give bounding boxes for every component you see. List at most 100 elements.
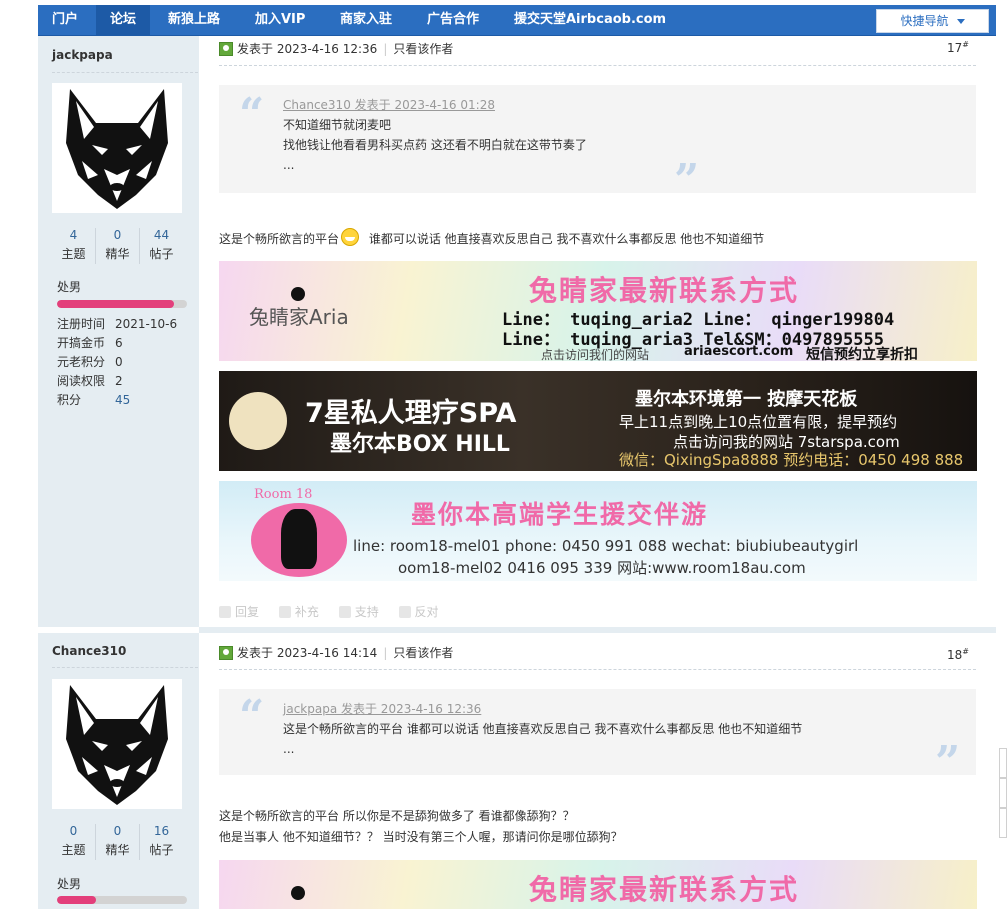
support-label: 支持 <box>354 605 379 619</box>
chevron-down-icon <box>956 19 965 24</box>
stat-posts[interactable]: 44 帖子 <box>140 228 183 262</box>
banner-subtitle: 墨尔本BOX HILL <box>330 432 510 457</box>
floor-number[interactable]: 17# <box>947 40 969 55</box>
banner-title: 兔睛家最新联系方式 <box>529 873 800 906</box>
divider <box>52 72 198 73</box>
scroll-widget[interactable] <box>999 808 1007 838</box>
quote-line: 这是个畅所欲言的平台 谁都可以说话 他直接喜欢反思自己 我不喜欢什么事都反思 他… <box>283 722 803 736</box>
stat-digest-count: 0 <box>113 228 122 242</box>
reply-button[interactable]: 回复 <box>219 605 259 619</box>
ad-banner-room18[interactable]: Room 18 墨你本高端学生援交伴游 line: room18-mel01 p… <box>219 481 977 581</box>
info-row-points: 积分 45 <box>57 391 177 410</box>
quote-block: “ ” Chance310 发表于 2023-4-16 01:28 不知道细节就… <box>219 85 976 203</box>
post-meta: 发表于 2023-4-16 14:14 | 只看该作者 <box>219 644 453 661</box>
stat-digest-label: 精华 <box>105 843 130 857</box>
reply-icon <box>219 606 231 618</box>
post-date: 发表于 2023-4-16 14:14 <box>237 646 378 660</box>
quote-line: 找他钱让他看看男科买点药 这还看不明白就在这带节奏了 <box>283 138 587 152</box>
thumbs-down-icon <box>398 606 411 618</box>
stat-digest-count: 0 <box>113 824 122 838</box>
quote-line: ... <box>283 158 295 172</box>
post-text: 这是个畅所欲言的平台 <box>219 232 340 246</box>
open-quote-icon: “ <box>239 89 265 140</box>
quick-nav-label: 快捷导航 <box>900 14 949 28</box>
post-date: 发表于 2023-4-16 12:36 <box>237 42 378 56</box>
banner-promo: 短信预约立享折扣 <box>806 347 918 361</box>
post-separator <box>199 627 996 633</box>
floor-value: 17 <box>947 41 963 55</box>
oppose-label: 反对 <box>414 605 439 619</box>
info-value: 2021-10-6 <box>115 317 178 331</box>
oppose-button[interactable]: 反对 <box>398 605 439 619</box>
level-progress-fill <box>57 300 174 308</box>
quote-text: jackpapa 发表于 2023-4-16 12:36 这是个畅所欲言的平台 … <box>283 699 802 759</box>
ad-banner-aria[interactable]: 兔睛家最新联系方式 兔睛家Aria Line： tuqing_aria2 Lin… <box>219 261 977 361</box>
supplement-label: 补充 <box>294 605 319 619</box>
quick-nav-button[interactable]: 快捷导航 <box>876 9 989 33</box>
quote-line: ... <box>283 742 295 756</box>
banner-line: oom18-mel02 0416 095 339 网站:www.room18au… <box>398 559 806 577</box>
stat-posts-label: 帖子 <box>149 247 174 261</box>
stat-threads-label: 主题 <box>61 247 86 261</box>
stat-digest[interactable]: 0 精华 <box>96 824 139 858</box>
info-row-coins: 开搞金币 6 <box>57 334 177 353</box>
floor-number[interactable]: 18# <box>947 647 969 662</box>
nav-item-portal[interactable]: 门户 <box>38 5 92 35</box>
avatar[interactable] <box>52 679 182 809</box>
nav-item-merchant[interactable]: 商家入驻 <box>326 5 406 35</box>
close-quote-icon: ” <box>674 155 700 206</box>
stat-posts[interactable]: 16 帖子 <box>140 824 183 858</box>
info-row-elder: 元老积分 0 <box>57 353 177 372</box>
stat-digest-label: 精华 <box>105 247 130 261</box>
only-author-link[interactable]: 只看该作者 <box>393 646 453 660</box>
stat-threads-count: 0 <box>69 824 78 838</box>
author-sidebar: Chance310 0 主题 0 精华 16 帖子 处男 <box>38 633 199 909</box>
user-level[interactable]: 处男 <box>57 278 81 295</box>
nav-item-vip[interactable]: 加入VIP <box>241 5 319 35</box>
stat-threads[interactable]: 4 主题 <box>52 228 95 262</box>
info-key: 开搞金币 <box>57 336 106 350</box>
ad-banner-spa[interactable]: 7星私人理疗SPA 墨尔本BOX HILL 墨尔本环境第一 按摩天花板 早上11… <box>219 371 977 471</box>
banner-title: 兔睛家最新联系方式 <box>529 274 800 307</box>
stat-threads[interactable]: 0 主题 <box>52 824 95 858</box>
author-name[interactable]: jackpapa <box>52 48 113 62</box>
level-progress-bar <box>57 896 187 904</box>
nav-item-site[interactable]: 援交天堂Airbcaob.com <box>500 5 680 35</box>
author-sidebar: jackpapa 4 主题 0 精华 44 帖子 处男 注册时间 2021-10-6 开… <box>38 36 199 627</box>
top-nav: 门户 论坛 新狼上路 加入VIP 商家入驻 广告合作 援交天堂Airbcaob.… <box>38 5 996 36</box>
banner-visit-text: 点击访问我们的网站 <box>541 348 650 361</box>
online-status-icon <box>219 646 233 660</box>
banner-logo-text: 兔睛家Aria <box>249 305 349 329</box>
stat-posts-count: 44 <box>153 228 170 242</box>
stat-threads-label: 主题 <box>61 843 86 857</box>
info-value-link[interactable]: 45 <box>115 393 130 407</box>
author-info: 注册时间 2021-10-6 开搞金币 6 元老积分 0 阅读权限 2 积分 45 <box>57 315 177 410</box>
ad-banner-aria[interactable]: 兔睛家最新联系方式 <box>219 860 977 909</box>
nav-item-newbie[interactable]: 新狼上路 <box>154 5 234 35</box>
banner-logo-text: Room 18 <box>254 487 313 502</box>
info-value: 0 <box>115 355 123 369</box>
banner-title: 墨你本高端学生援交伴游 <box>411 500 709 529</box>
silhouette-shape <box>281 509 317 569</box>
quote-line: 不知道细节就闭麦吧 <box>283 118 392 132</box>
level-progress-fill <box>57 896 96 904</box>
only-author-link[interactable]: 只看该作者 <box>393 42 453 56</box>
quote-block: “ ” jackpapa 发表于 2023-4-16 12:36 这是个畅所欲言… <box>219 689 976 785</box>
thumbs-up-icon <box>338 606 351 618</box>
scroll-to-top-button[interactable] <box>999 748 1007 778</box>
user-level[interactable]: 处男 <box>57 875 81 892</box>
divider <box>219 669 976 670</box>
quote-text: Chance310 发表于 2023-4-16 01:28 不知道细节就闭麦吧 … <box>283 95 587 175</box>
author-name[interactable]: Chance310 <box>52 644 126 658</box>
nav-item-ads[interactable]: 广告合作 <box>413 5 493 35</box>
scroll-widget[interactable] <box>999 778 1007 808</box>
support-button[interactable]: 支持 <box>338 605 379 619</box>
avatar[interactable] <box>52 83 182 213</box>
info-value: 6 <box>115 336 123 350</box>
open-quote-icon: “ <box>239 691 265 742</box>
stat-digest[interactable]: 0 精华 <box>96 228 139 262</box>
supplement-button[interactable]: 补充 <box>278 605 319 619</box>
quote-header-link[interactable]: jackpapa 发表于 2023-4-16 12:36 <box>283 699 802 719</box>
nav-item-forum[interactable]: 论坛 <box>96 5 151 35</box>
quote-header-link[interactable]: Chance310 发表于 2023-4-16 01:28 <box>283 95 587 115</box>
